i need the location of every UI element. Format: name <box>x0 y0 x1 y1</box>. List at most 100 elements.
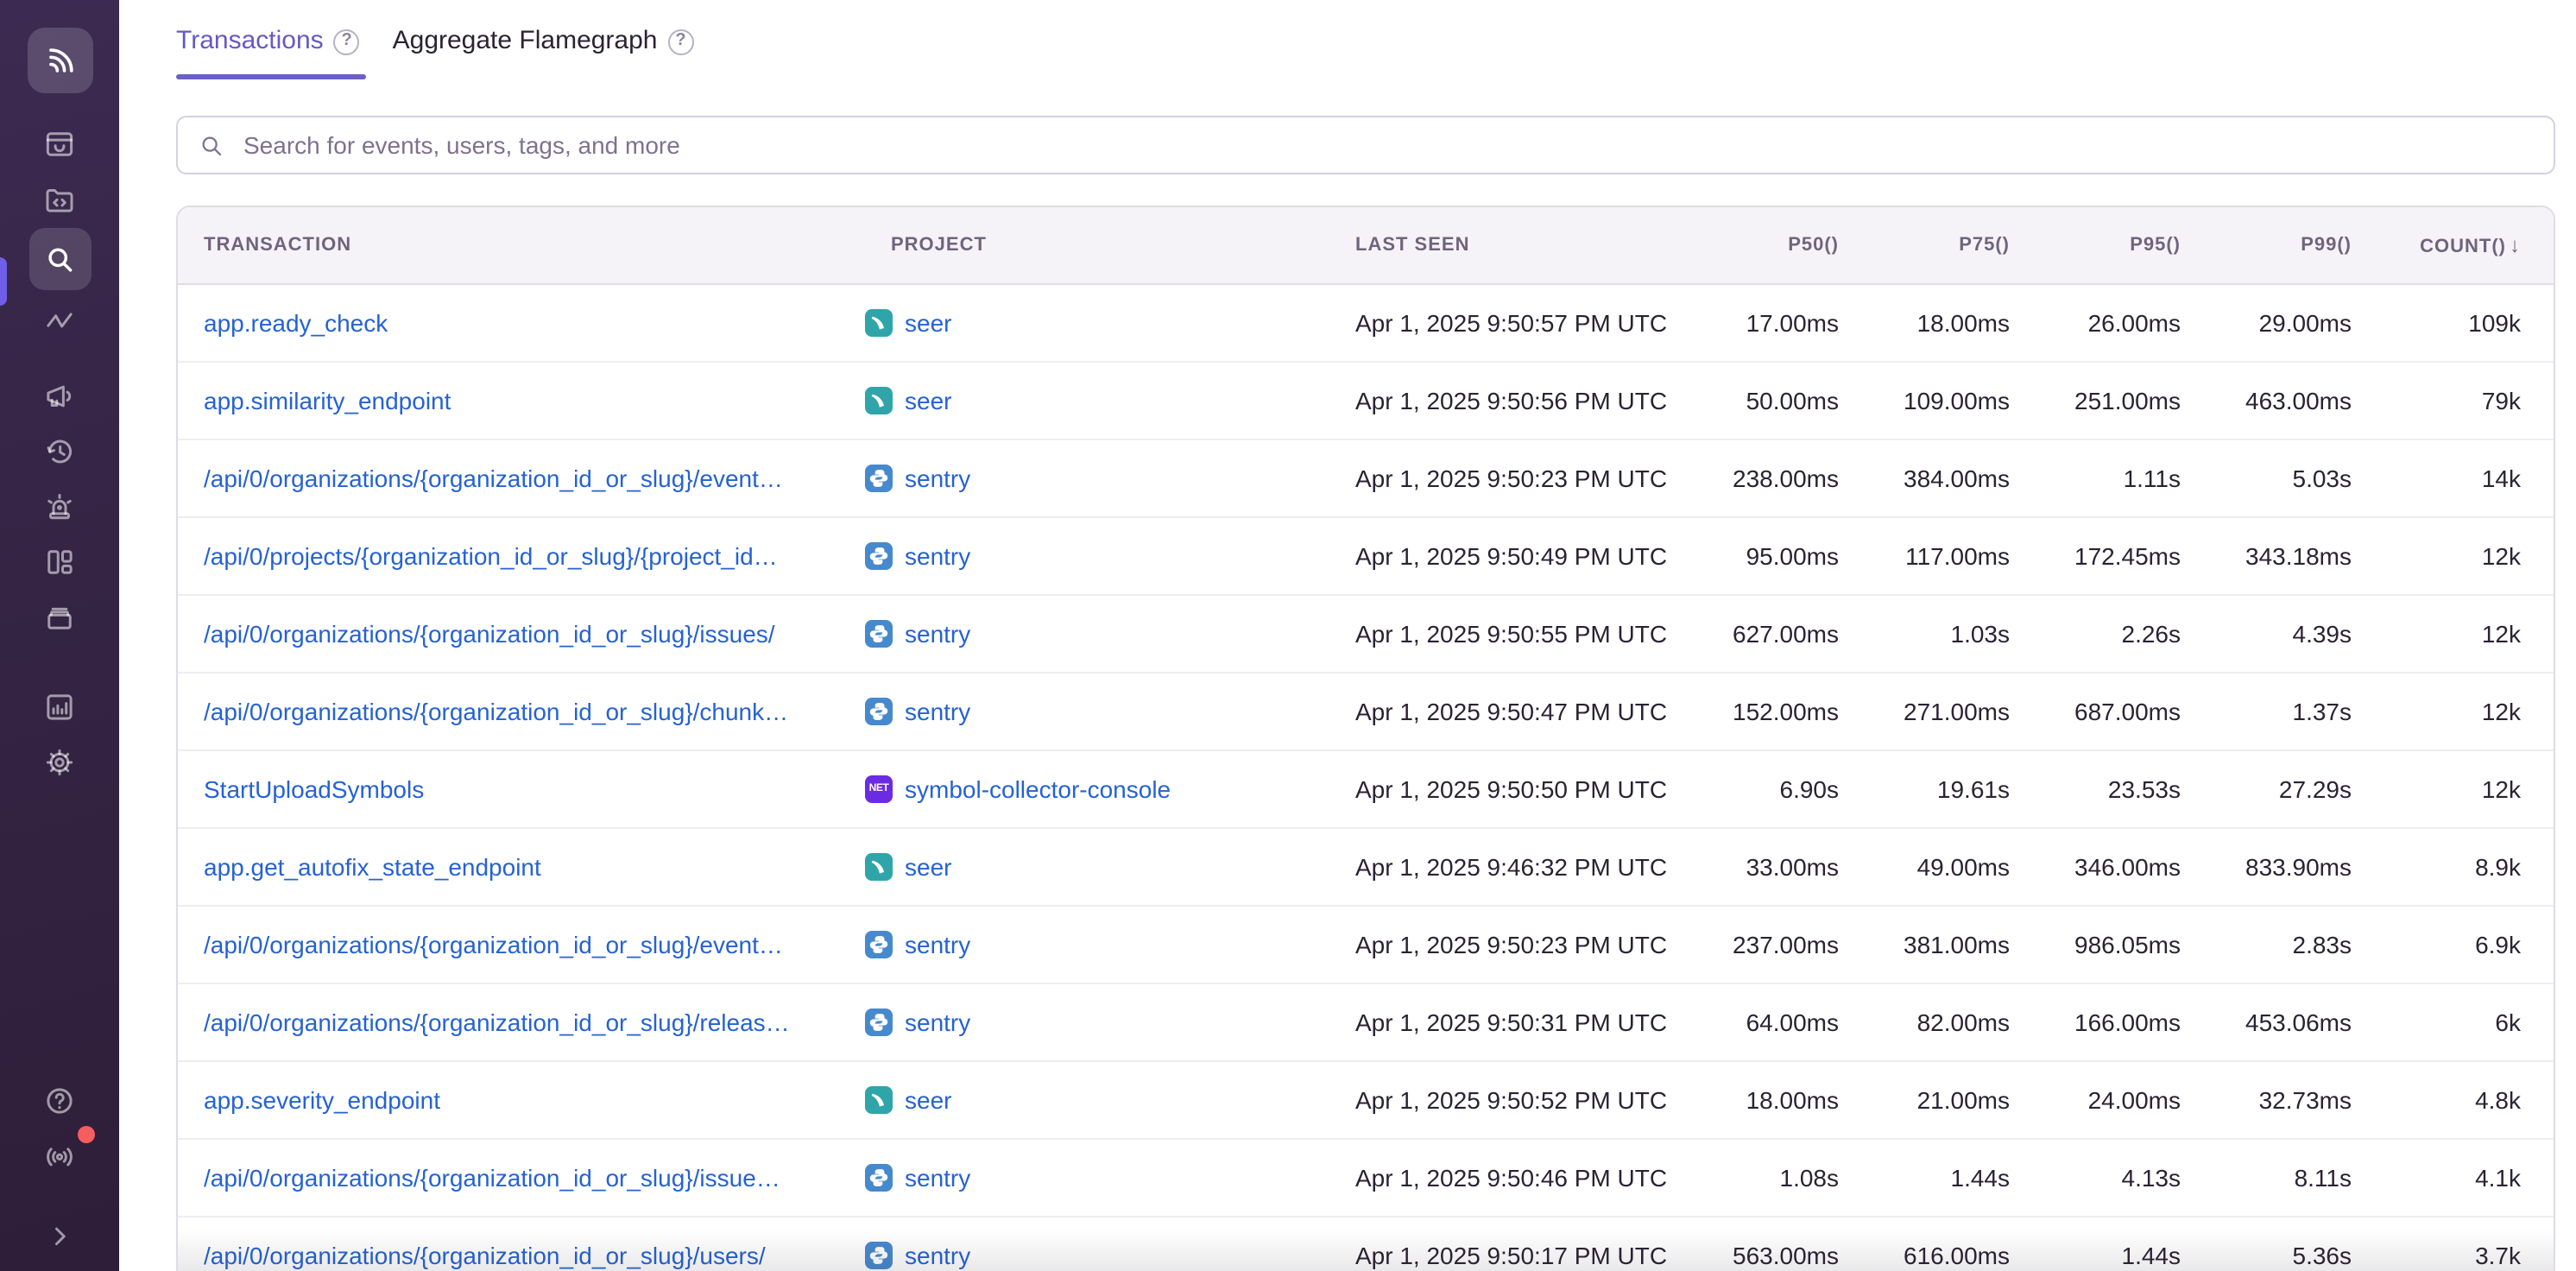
p95-cell: 23.53s <box>2010 750 2181 828</box>
project-link[interactable]: sentry <box>865 931 1329 958</box>
search-bar[interactable] <box>176 116 2555 174</box>
sidebar-item-alerts[interactable] <box>28 480 91 532</box>
transaction-link[interactable]: app.get_autofix_state_endpoint <box>204 853 541 881</box>
transaction-link[interactable]: app.similarity_endpoint <box>204 387 451 414</box>
help-icon[interactable]: ? <box>668 28 694 54</box>
last-seen-cell: Apr 1, 2025 9:50:57 PM UTC <box>1329 284 1668 362</box>
p99-cell: 27.29s <box>2181 750 2352 828</box>
project-link[interactable]: sentry <box>865 1164 1329 1192</box>
tab-transactions[interactable]: Transactions ? <box>176 26 367 79</box>
project-link[interactable]: NET symbol-collector-console <box>865 775 1329 803</box>
column-header-p75[interactable]: P75() <box>1839 207 2010 284</box>
table-row: /api/0/organizations/{organization_id_or… <box>178 906 2554 983</box>
transaction-link[interactable]: /api/0/projects/{organization_id_or_slug… <box>204 542 778 570</box>
p50-cell: 1.08s <box>1668 1139 1839 1217</box>
column-header-last-seen[interactable]: LAST SEEN <box>1329 207 1668 284</box>
transaction-link[interactable]: app.ready_check <box>204 309 388 337</box>
p50-cell: 50.00ms <box>1668 362 1839 439</box>
transaction-link[interactable]: /api/0/organizations/{organization_id_or… <box>204 1164 780 1192</box>
dotnet-project-icon: NET <box>865 775 893 803</box>
p50-cell: 33.00ms <box>1668 828 1839 906</box>
count-cell: 4.8k <box>2352 1061 2554 1139</box>
column-header-count[interactable]: COUNT()↓ <box>2352 207 2554 284</box>
p99-cell: 463.00ms <box>2181 362 2352 439</box>
column-header-project[interactable]: PROJECT <box>865 207 1329 284</box>
project-link[interactable]: seer <box>865 387 1329 414</box>
last-seen-cell: Apr 1, 2025 9:50:50 PM UTC <box>1329 750 1668 828</box>
p50-cell: 563.00ms <box>1668 1217 1839 1271</box>
p99-cell: 5.36s <box>2181 1217 2352 1271</box>
p50-cell: 238.00ms <box>1668 439 1839 517</box>
sidebar-item-explore[interactable] <box>28 173 91 224</box>
table-row: /api/0/organizations/{organization_id_or… <box>178 1139 2554 1217</box>
project-link[interactable]: sentry <box>865 1009 1329 1036</box>
p50-cell: 6.90s <box>1668 750 1839 828</box>
sidebar-item-help[interactable] <box>28 1074 91 1126</box>
last-seen-cell: Apr 1, 2025 9:50:47 PM UTC <box>1329 673 1668 750</box>
project-link[interactable]: seer <box>865 1086 1329 1114</box>
sidebar-item-issues[interactable] <box>28 117 91 169</box>
project-name: sentry <box>905 620 970 648</box>
column-header-p50[interactable]: P50() <box>1668 207 1839 284</box>
project-link[interactable]: sentry <box>865 698 1329 725</box>
sidebar-item-search[interactable] <box>28 228 91 290</box>
sort-desc-icon: ↓ <box>2510 233 2521 257</box>
transaction-link[interactable]: /api/0/organizations/{organization_id_or… <box>204 698 788 725</box>
p95-cell: 4.13s <box>2010 1139 2181 1217</box>
p75-cell: 18.00ms <box>1839 284 2010 362</box>
project-name: seer <box>905 853 951 881</box>
column-header-transaction[interactable]: TRANSACTION <box>178 207 865 284</box>
sidebar-item-dashboards[interactable] <box>28 535 91 587</box>
p95-cell: 166.00ms <box>2010 983 2181 1061</box>
transaction-link[interactable]: /api/0/organizations/{organization_id_or… <box>204 1009 790 1036</box>
last-seen-cell: Apr 1, 2025 9:46:32 PM UTC <box>1329 828 1668 906</box>
sidebar-item-settings[interactable] <box>28 736 91 787</box>
search-input[interactable] <box>240 130 2533 161</box>
sentry-logo-button[interactable] <box>27 28 92 93</box>
project-link[interactable]: seer <box>865 853 1329 881</box>
transaction-link[interactable]: app.severity_endpoint <box>204 1086 440 1114</box>
project-name: seer <box>905 387 951 414</box>
transaction-link[interactable]: /api/0/organizations/{organization_id_or… <box>204 620 775 648</box>
p75-cell: 49.00ms <box>1839 828 2010 906</box>
p95-cell: 1.11s <box>2010 439 2181 517</box>
project-link[interactable]: sentry <box>865 620 1329 648</box>
sidebar-item-releases[interactable] <box>28 591 91 642</box>
p99-cell: 1.37s <box>2181 673 2352 750</box>
transaction-link[interactable]: /api/0/organizations/{organization_id_or… <box>204 465 783 492</box>
transaction-link[interactable]: StartUploadSymbols <box>204 775 424 803</box>
transaction-link[interactable]: /api/0/organizations/{organization_id_or… <box>204 1242 766 1269</box>
p99-cell: 2.83s <box>2181 906 2352 983</box>
table-row: /api/0/projects/{organization_id_or_slug… <box>178 517 2554 595</box>
sidebar-item-feedback[interactable] <box>28 370 91 421</box>
last-seen-cell: Apr 1, 2025 9:50:52 PM UTC <box>1329 1061 1668 1139</box>
tab-aggregate-flamegraph-label: Aggregate Flamegraph <box>393 26 658 57</box>
count-cell: 8.9k <box>2352 828 2554 906</box>
project-name: sentry <box>905 931 970 958</box>
column-header-p99[interactable]: P99() <box>2181 207 2352 284</box>
p75-cell: 117.00ms <box>1839 517 2010 595</box>
p50-cell: 152.00ms <box>1668 673 1839 750</box>
transaction-link[interactable]: /api/0/organizations/{organization_id_or… <box>204 931 783 958</box>
project-link[interactable]: sentry <box>865 1242 1329 1269</box>
count-cell: 12k <box>2352 517 2554 595</box>
help-icon[interactable]: ? <box>334 28 360 54</box>
main-content: Transactions ? Aggregate Flamegraph ? <box>119 0 2576 1271</box>
issues-icon <box>41 125 78 161</box>
sidebar-item-stats[interactable] <box>28 680 91 732</box>
project-link[interactable]: seer <box>865 309 1329 337</box>
sidebar-expand-button[interactable] <box>28 1209 91 1261</box>
count-label: COUNT() <box>2420 237 2506 257</box>
python-project-icon <box>865 698 893 725</box>
last-seen-cell: Apr 1, 2025 9:50:49 PM UTC <box>1329 517 1668 595</box>
sidebar-item-traces[interactable] <box>28 294 91 345</box>
tab-aggregate-flamegraph[interactable]: Aggregate Flamegraph ? <box>393 26 701 79</box>
p75-cell: 19.61s <box>1839 750 2010 828</box>
project-link[interactable]: sentry <box>865 542 1329 570</box>
p95-cell: 687.00ms <box>2010 673 2181 750</box>
column-header-p95[interactable]: P95() <box>2010 207 2181 284</box>
sidebar-item-replays[interactable] <box>28 425 91 477</box>
project-name: sentry <box>905 698 970 725</box>
project-link[interactable]: sentry <box>865 465 1329 492</box>
p75-cell: 109.00ms <box>1839 362 2010 439</box>
